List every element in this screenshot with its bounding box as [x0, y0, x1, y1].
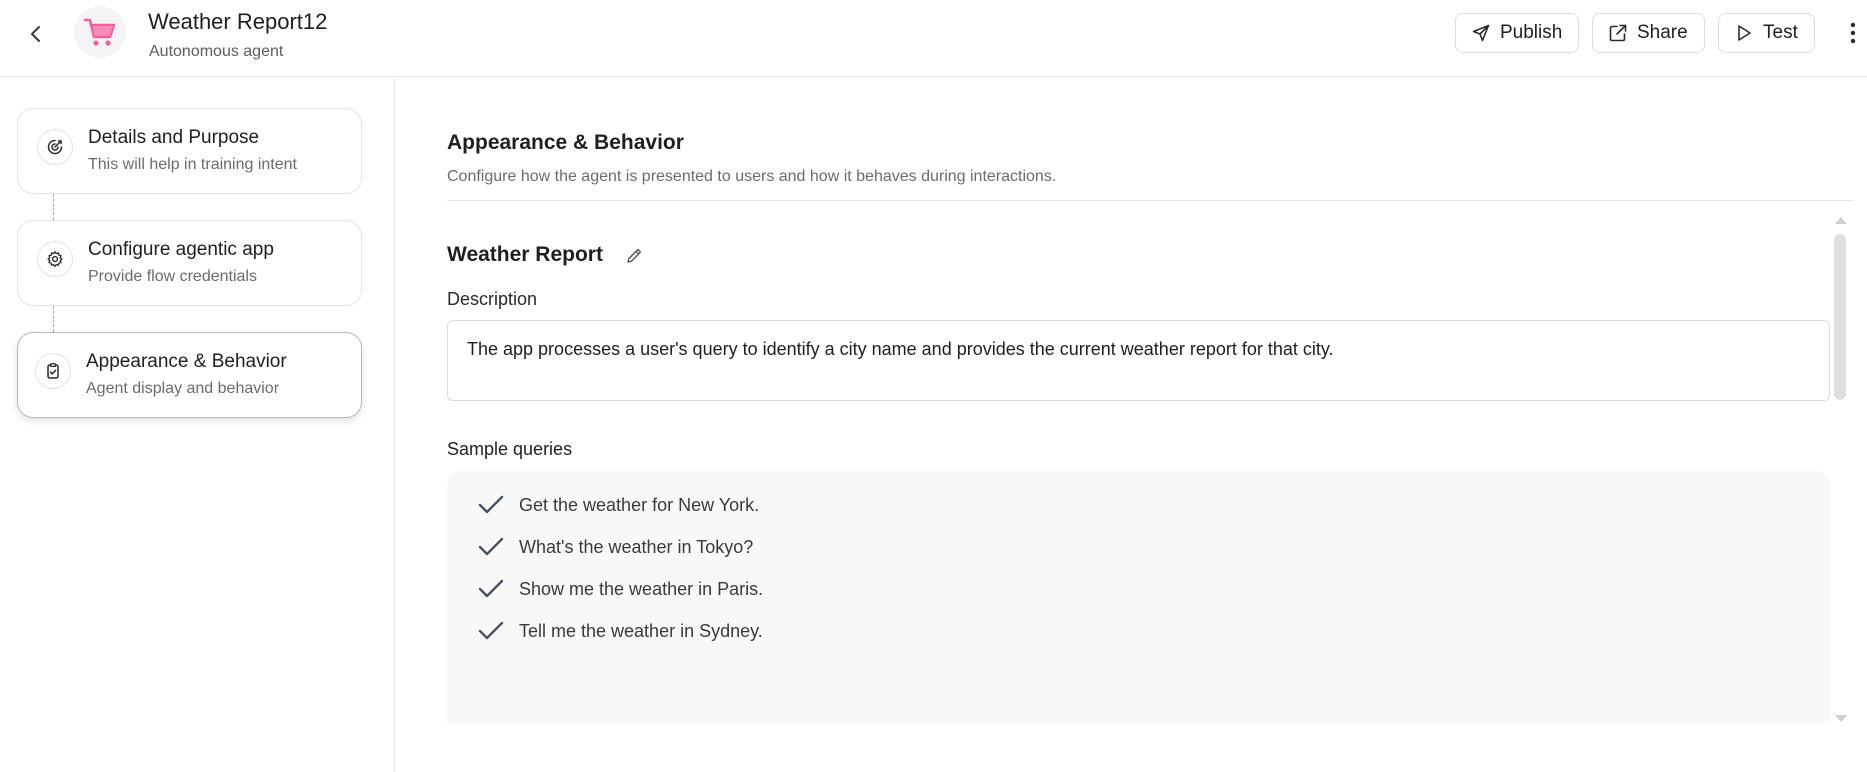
- target-icon: [47, 139, 63, 155]
- step-subtitle: Provide flow credentials: [88, 268, 257, 285]
- step-icon-wrapper: [35, 353, 71, 389]
- list-item: Show me the weather in Paris.: [478, 575, 763, 603]
- step-connector: [53, 306, 54, 332]
- step-connector: [53, 194, 54, 220]
- description-text: The app processes a user's query to iden…: [467, 339, 1334, 359]
- check-icon: [478, 576, 504, 602]
- publish-button[interactable]: Publish: [1455, 13, 1580, 53]
- sample-queries-list: Get the weather for New York. What's the…: [447, 471, 1830, 723]
- scroll-up-arrow[interactable]: [1835, 217, 1847, 224]
- description-field[interactable]: The app processes a user's query to iden…: [447, 320, 1830, 401]
- list-item: Tell me the weather in Sydney.: [478, 617, 763, 645]
- steps-sidebar: Details and Purpose This will help in tr…: [0, 77, 395, 772]
- shopping-cart-icon: [83, 18, 116, 46]
- step-details-and-purpose[interactable]: Details and Purpose This will help in tr…: [17, 108, 362, 194]
- scroll-thumb[interactable]: [1834, 234, 1846, 400]
- back-button[interactable]: [22, 20, 50, 48]
- check-icon: [478, 492, 504, 518]
- app-title: Weather Report12: [148, 9, 328, 34]
- step-icon-wrapper: [37, 129, 73, 165]
- share-icon: [1609, 24, 1627, 42]
- step-subtitle: This will help in training intent: [88, 156, 297, 173]
- play-icon: [1738, 25, 1751, 41]
- check-icon: [478, 618, 504, 644]
- step-title: Details and Purpose: [88, 127, 260, 148]
- step-configure-agentic-app[interactable]: Configure agentic app Provide flow crede…: [17, 220, 362, 306]
- section-title: Appearance & Behavior: [447, 131, 684, 154]
- query-text: Show me the weather in Paris.: [519, 578, 764, 599]
- more-vertical-icon: [1850, 22, 1856, 44]
- section-divider: [447, 200, 1853, 201]
- top-header: Weather Report12 Autonomous agent Publis…: [0, 0, 1867, 77]
- description-label: Description: [447, 289, 538, 309]
- agent-name: Weather Report: [447, 243, 603, 266]
- publish-label: Publish: [1500, 22, 1563, 43]
- edit-name-button[interactable]: [623, 245, 645, 267]
- step-appearance-and-behavior[interactable]: Appearance & Behavior Agent display and …: [17, 332, 362, 418]
- clipboard-check-icon: [47, 363, 59, 379]
- list-item: What's the weather in Tokyo?: [478, 533, 753, 561]
- settings-scroll-area[interactable]: Weather Report Description The app proce…: [447, 210, 1830, 723]
- pencil-icon: [627, 249, 641, 263]
- more-options-button[interactable]: [1845, 18, 1861, 48]
- query-text: Tell me the weather in Sydney.: [519, 620, 763, 641]
- check-icon: [478, 534, 504, 560]
- chevron-left-icon: [31, 26, 40, 42]
- share-label: Share: [1637, 22, 1688, 43]
- app-logo: [74, 6, 126, 58]
- step-subtitle: Agent display and behavior: [86, 380, 280, 397]
- gear-icon: [47, 251, 63, 267]
- step-title: Appearance & Behavior: [86, 351, 287, 372]
- send-icon: [1472, 24, 1490, 42]
- main-content: Appearance & Behavior Configure how the …: [396, 77, 1867, 772]
- app-subtitle: Autonomous agent: [149, 43, 284, 60]
- query-text: Get the weather for New York.: [519, 494, 760, 515]
- step-title: Configure agentic app: [88, 239, 274, 260]
- step-icon-wrapper: [37, 241, 73, 277]
- list-item: Get the weather for New York.: [478, 491, 759, 519]
- vertical-scrollbar[interactable]: [1832, 217, 1848, 722]
- query-text: What's the weather in Tokyo?: [519, 536, 754, 557]
- sample-queries-label: Sample queries: [447, 439, 573, 459]
- section-description: Configure how the agent is presented to …: [447, 168, 1057, 185]
- share-button[interactable]: Share: [1592, 13, 1705, 53]
- test-label: Test: [1763, 22, 1798, 43]
- scroll-down-arrow[interactable]: [1835, 715, 1847, 722]
- test-button[interactable]: Test: [1718, 13, 1815, 53]
